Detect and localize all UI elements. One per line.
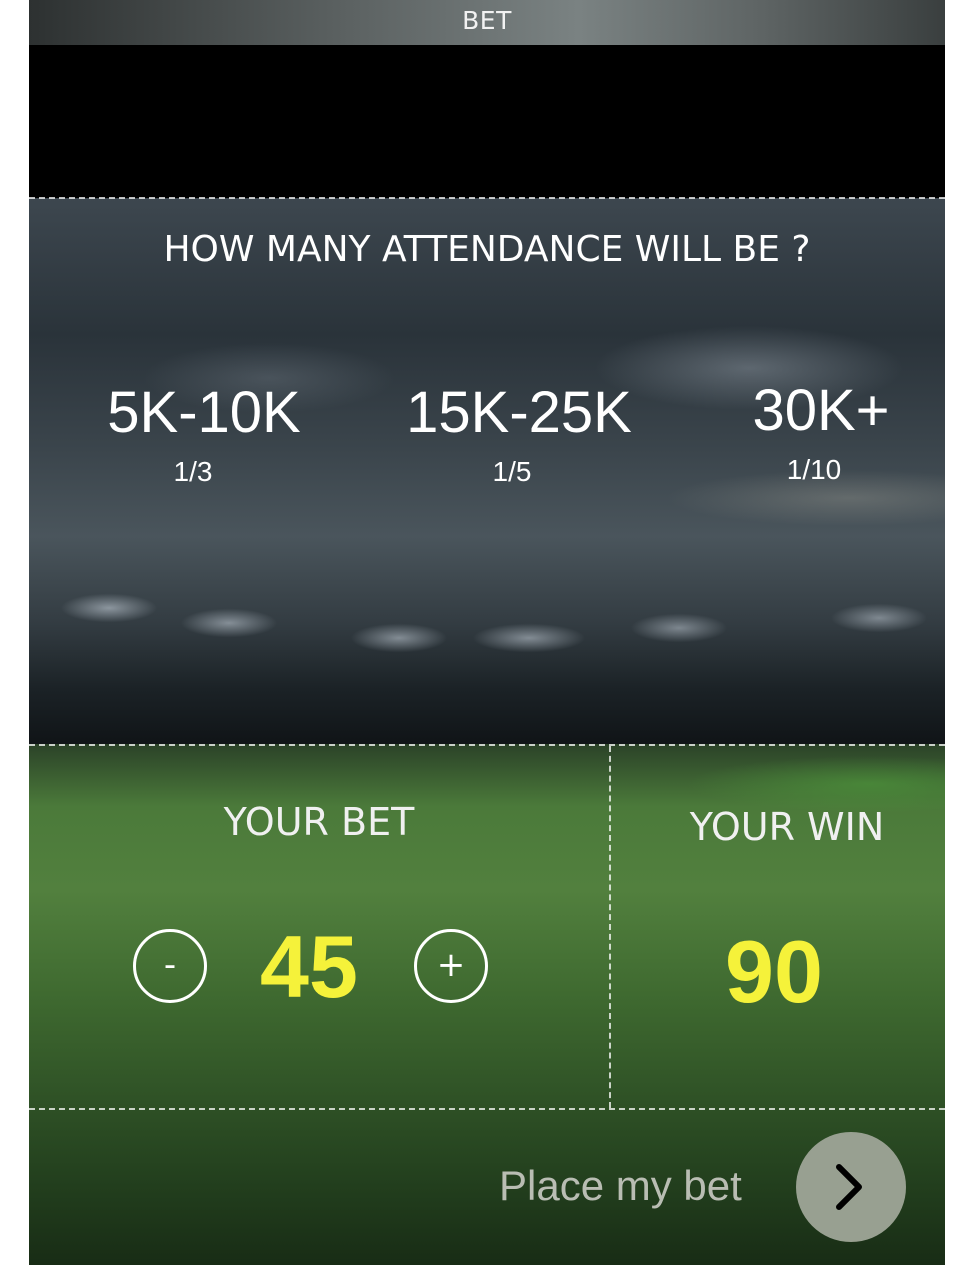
- divider: [29, 1108, 945, 1110]
- title-bar: BET: [29, 0, 945, 46]
- media-placeholder: [29, 45, 945, 198]
- place-bet-label[interactable]: Place my bet: [499, 1162, 742, 1210]
- divider: [29, 197, 945, 199]
- divider: [609, 746, 611, 1108]
- chevron-right-icon: [836, 1164, 862, 1210]
- your-bet-label: YOUR BET: [223, 800, 415, 844]
- option-odds: 1/5: [492, 456, 532, 487]
- question-text: HOW MANY ATTENDANCE WILL BE ?: [163, 229, 811, 270]
- option-range: 15K-25K: [406, 380, 632, 445]
- option-5k-10k[interactable]: 5K-10K 1/3: [89, 384, 319, 488]
- option-30k-plus[interactable]: 30K+ 1/10: [729, 382, 913, 486]
- question-panel: HOW MANY ATTENDANCE WILL BE ? 5K-10K 1/3…: [29, 198, 945, 744]
- option-15k-25k[interactable]: 15K-25K 1/5: [389, 384, 649, 488]
- page-title: BET: [462, 6, 512, 35]
- your-win-label: YOUR WIN: [689, 805, 885, 849]
- option-odds: 1/10: [786, 454, 842, 485]
- option-odds: 1/3: [173, 456, 213, 487]
- decrease-bet-button[interactable]: -: [133, 929, 207, 1003]
- app-frame: BET HOW MANY ATTENDANCE WILL BE ? 5K-10K…: [29, 0, 945, 1265]
- bet-amount: 45: [260, 917, 358, 1016]
- option-range: 5K-10K: [107, 380, 301, 445]
- win-amount: 90: [725, 922, 823, 1021]
- option-range: 30K+: [752, 378, 890, 443]
- place-bet-button[interactable]: [796, 1132, 906, 1242]
- increase-bet-button[interactable]: +: [414, 929, 488, 1003]
- divider: [29, 744, 945, 746]
